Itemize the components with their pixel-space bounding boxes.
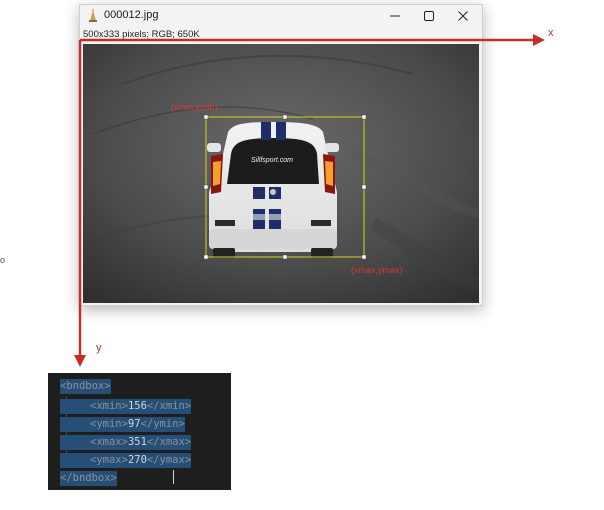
bndbox-open-tag: <bndbox> — [60, 379, 111, 394]
xmin-close: </xmin> — [146, 400, 192, 412]
xmin-open: <xmin> — [90, 400, 128, 412]
image-viewer-icon — [86, 9, 100, 23]
ymax-value: 270 — [127, 454, 147, 466]
xml-code-editor[interactable]: <bndbox> <xmin>156</xmin> <ymin>97</ymin… — [48, 373, 231, 490]
car: Sillfsport.com — [207, 122, 339, 258]
image-info: 500x333 pixels; RGB; 650K — [83, 29, 200, 40]
code-line-ymin: <ymin>97</ymin> — [60, 417, 185, 432]
close-icon — [458, 11, 468, 21]
bbox-handle[interactable] — [282, 114, 288, 120]
car-photo: (xmin,ymin) (xmax,ymax) Sillfsport.com — [83, 44, 479, 303]
close-button[interactable] — [446, 5, 480, 27]
bbox-handle[interactable] — [282, 254, 288, 260]
xmin-value: 156 — [127, 400, 147, 412]
text-cursor — [173, 470, 174, 484]
minimize-button[interactable] — [378, 5, 412, 27]
y-axis-label: y — [96, 342, 102, 354]
image-viewer-window: 000012.jpg 500x333 pixels; RGB; 650K (xm… — [79, 4, 483, 306]
xmax-open: <xmax> — [90, 436, 128, 448]
ymax-close: </ymax> — [146, 454, 192, 466]
bbox-handle[interactable] — [361, 184, 367, 190]
label-xmax-ymax: (xmax,ymax) — [351, 265, 403, 275]
code-line-close: </bndbox> — [60, 471, 117, 486]
minimize-icon — [390, 15, 400, 17]
code-line-xmin: <xmin>156</xmin> — [60, 399, 192, 414]
label-xmin-ymin: (xmin,ymin) — [171, 102, 218, 112]
bbox-handle[interactable] — [361, 254, 367, 260]
bbox-handle[interactable] — [203, 254, 209, 260]
x-axis-arrowhead — [533, 34, 545, 46]
code-line-xmax: <xmax>351</xmax> — [60, 435, 192, 450]
bbox-handle[interactable] — [203, 114, 209, 120]
maximize-button[interactable] — [412, 5, 446, 27]
bbox-handle[interactable] — [361, 114, 367, 120]
x-axis-label: x — [548, 27, 554, 39]
code-line-open: <bndbox> — [60, 379, 111, 394]
xmax-value: 351 — [127, 436, 147, 448]
code-line-ymax: <ymax>270</ymax> — [60, 453, 192, 468]
xmax-close: </xmax> — [146, 436, 192, 448]
window-titlebar[interactable]: 000012.jpg — [80, 5, 482, 27]
ymax-open: <ymax> — [90, 454, 128, 466]
ymin-close: </ymin> — [140, 418, 185, 430]
bndbox-close-tag: </bndbox> — [60, 471, 117, 486]
y-axis-arrowhead — [74, 355, 86, 367]
image-canvas[interactable]: (xmin,ymin) (xmax,ymax) Sillfsport.com — [83, 44, 479, 303]
bbox-handle[interactable] — [203, 184, 209, 190]
window-title: 000012.jpg — [104, 9, 159, 21]
ymin-open: <ymin> — [90, 418, 128, 430]
ymin-value: 97 — [127, 418, 141, 430]
side-label: o — [0, 255, 6, 265]
car-banner-text: Sillfsport.com — [251, 157, 293, 164]
maximize-icon — [424, 11, 434, 21]
